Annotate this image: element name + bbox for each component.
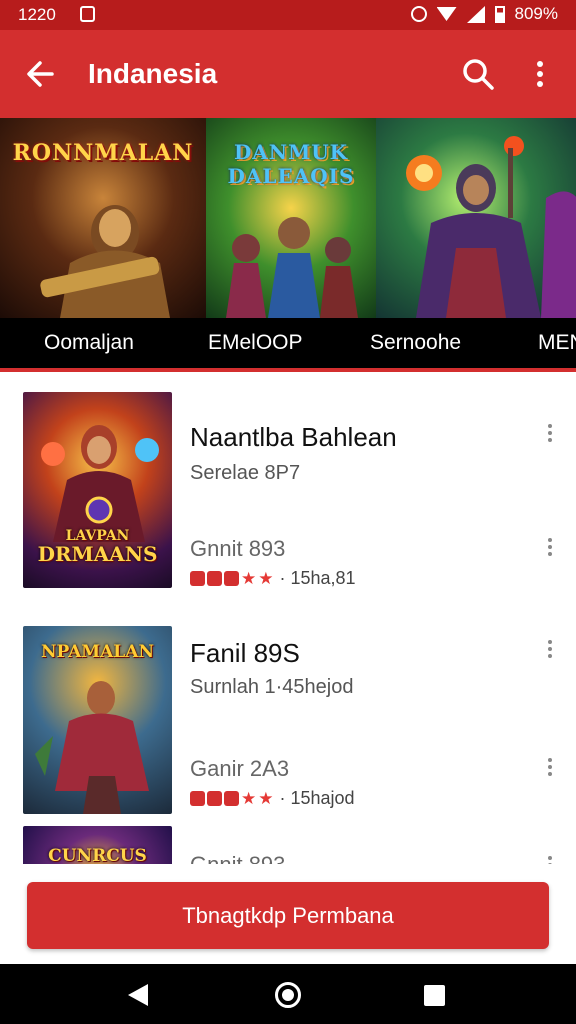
- item-title[interactable]: Naantlba Bahlean: [190, 422, 397, 453]
- hero-character-image: [40, 205, 170, 318]
- game-thumbnail[interactable]: CUNRCUS: [23, 826, 172, 864]
- banner-tile-1[interactable]: RONNMALAN: [0, 118, 206, 318]
- banner-label-1[interactable]: Oomaljan: [44, 331, 134, 355]
- banner-logo-1: RONNMALAN: [12, 140, 194, 166]
- game-list[interactable]: LAVPAN DRMAANS Naantlba Bahlean Serelae …: [0, 372, 576, 864]
- system-nav-bar: [0, 964, 576, 1024]
- more-vert-icon[interactable]: [524, 54, 556, 94]
- app-bar: Indanesia: [0, 30, 576, 118]
- item-rating: ★ ★ · 15hajod: [190, 788, 355, 809]
- status-bar: 1220 809%: [0, 0, 576, 30]
- thumbnail-logo: DRMAANS: [37, 542, 158, 566]
- rating-text: · 15hajod: [279, 788, 355, 808]
- list-item[interactable]: LAVPAN DRMAANS Naantlba Bahlean Serelae …: [0, 392, 576, 588]
- nav-recents-icon[interactable]: [424, 985, 445, 1006]
- banner-label-2[interactable]: EMelOOP: [208, 331, 303, 355]
- item-game: Gnnit 893: [190, 536, 286, 561]
- item-title[interactable]: Fanil 89S: [190, 638, 300, 669]
- status-time: 1220: [18, 5, 56, 24]
- item-more-icon[interactable]: [544, 758, 556, 780]
- banner-label-3[interactable]: Sernoohe: [370, 331, 461, 355]
- item-subtitle: Surnlah 1·45hejod: [190, 676, 354, 698]
- list-item[interactable]: NPAMALAN Fanil 89S Surnlah 1·45hejod Gan…: [0, 626, 576, 814]
- banner-carousel[interactable]: RONNMALAN DANMUK DALEAQIS Oomaljan EMelO…: [0, 118, 576, 368]
- thumbnail-logo: CUNRCUS: [48, 846, 147, 864]
- banner-tile-3[interactable]: [376, 118, 576, 318]
- item-game: Gnnit 893: [190, 852, 285, 864]
- back-arrow-icon[interactable]: [20, 54, 60, 94]
- item-more-icon[interactable]: [544, 856, 556, 864]
- item-game: Ganir 2A3: [190, 756, 290, 781]
- status-icons: 809%: [410, 4, 558, 24]
- primary-action-button[interactable]: Tbnagtkdp Permbana: [27, 882, 549, 949]
- wifi-icon: [436, 7, 457, 21]
- banner-label-bar: Oomaljan EMelOOP Sernoohe MEN: [0, 318, 576, 368]
- rating-text: · 15ha,81: [279, 568, 356, 588]
- game-thumbnail[interactable]: NPAMALAN: [23, 626, 172, 814]
- battery-percent: 809%: [514, 4, 558, 23]
- notification-icon: [80, 6, 95, 22]
- page-title: Indanesia: [88, 58, 218, 89]
- character-art-icon: [35, 681, 149, 814]
- alarm-icon: [410, 6, 427, 22]
- warrior-character-image: [406, 136, 576, 318]
- heroes-group-image: [226, 217, 358, 318]
- item-more-icon[interactable]: [544, 424, 556, 446]
- nav-back-icon[interactable]: [128, 984, 148, 1006]
- nav-home-icon[interactable]: [275, 982, 301, 1008]
- item-more-icon[interactable]: [544, 640, 556, 662]
- battery-icon: [494, 5, 505, 23]
- signal-icon: [466, 5, 485, 23]
- rating-badges-icon: ★ ★: [190, 790, 274, 807]
- rating-badges-icon: ★ ★: [190, 570, 274, 587]
- item-more-icon[interactable]: [544, 538, 556, 560]
- list-item[interactable]: CUNRCUS Gnnit 893: [0, 826, 576, 864]
- item-subtitle: Serelae 8P7: [190, 462, 301, 484]
- game-thumbnail[interactable]: LAVPAN DRMAANS: [23, 392, 172, 588]
- banner-label-4[interactable]: MEN: [538, 331, 576, 355]
- item-rating: ★ ★ · 15ha,81: [190, 568, 356, 589]
- search-icon[interactable]: [458, 54, 498, 94]
- banner-tile-2[interactable]: DANMUK DALEAQIS: [206, 118, 376, 318]
